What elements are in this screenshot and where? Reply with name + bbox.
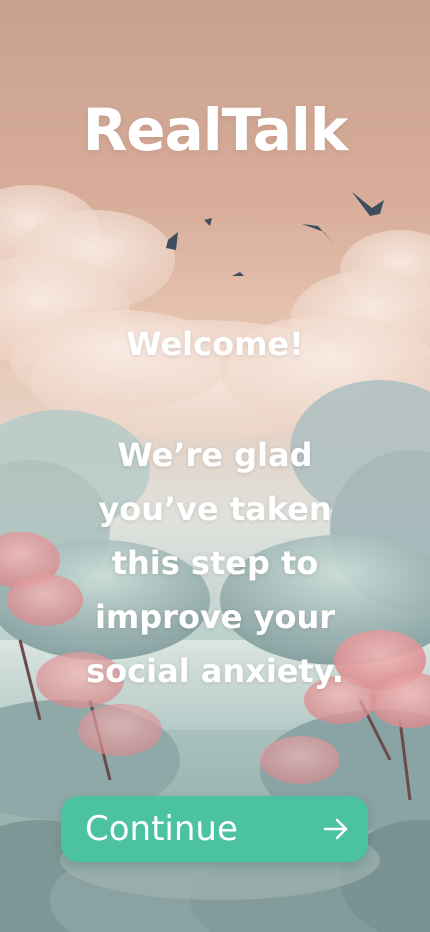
- app-title: RealTalk: [82, 96, 349, 164]
- welcome-heading: Welcome!: [126, 325, 304, 363]
- welcome-message: We’re glad you’ve taken this step to imp…: [86, 436, 344, 690]
- continue-label: Continue: [85, 809, 238, 849]
- arrow-right-icon: [323, 818, 348, 840]
- continue-button[interactable]: Continue: [61, 796, 368, 862]
- welcome-screen: RealTalk Welcome! We’re glad you’ve take…: [0, 0, 430, 932]
